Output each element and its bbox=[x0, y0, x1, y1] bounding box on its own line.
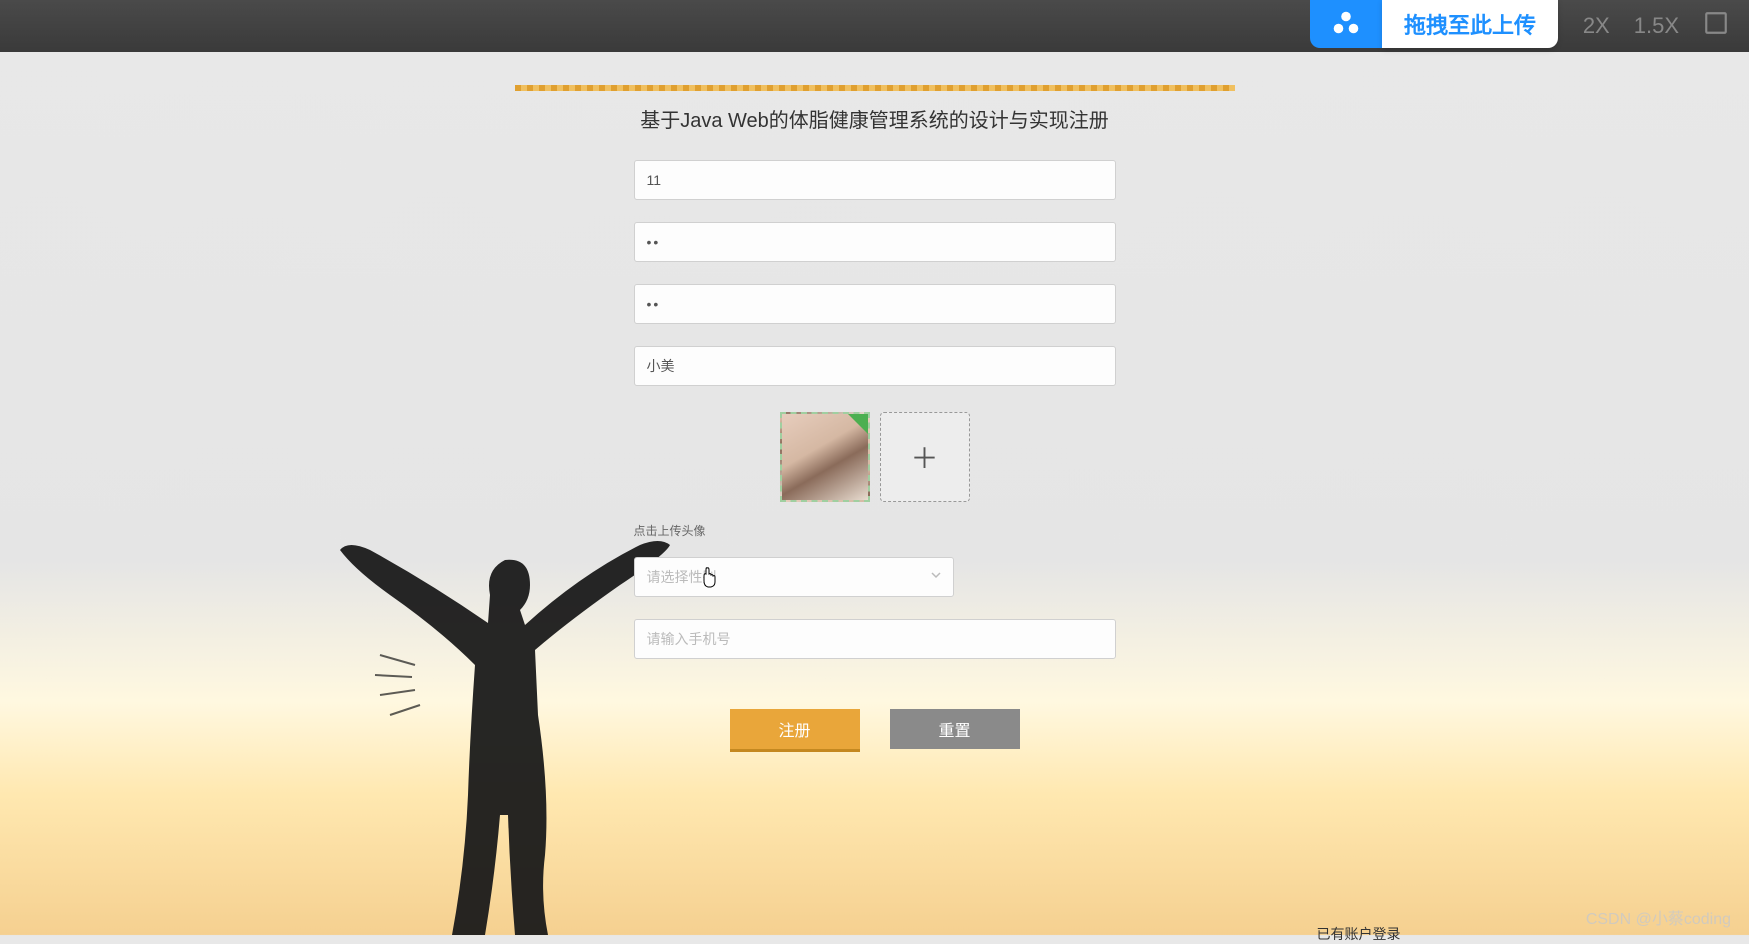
avatar-thumbnail[interactable] bbox=[780, 412, 870, 502]
login-link[interactable]: 已有账户登录 bbox=[1317, 924, 1401, 944]
confirm-password-field[interactable] bbox=[634, 284, 1116, 324]
watermark: CSDN @小蔡coding bbox=[1586, 905, 1731, 929]
nickname-field[interactable] bbox=[634, 346, 1116, 386]
gender-select-wrap: 请选择性别 bbox=[634, 557, 954, 597]
gender-select[interactable]: 请选择性别 bbox=[634, 557, 954, 597]
add-avatar-button[interactable]: ＋ bbox=[880, 412, 970, 502]
button-row: 注册 重置 已有账户登录 bbox=[634, 709, 1116, 749]
username-field[interactable] bbox=[634, 160, 1116, 200]
upload-drag-label: 拖拽至此上传 bbox=[1382, 0, 1558, 48]
decorative-top-border bbox=[515, 85, 1235, 91]
registration-form: ＋ 点击上传头像 请选择性别 注册 重置 已有账户登录 bbox=[634, 160, 1116, 749]
chevron-down-icon bbox=[930, 568, 942, 586]
avatar-upload-row: ＋ bbox=[634, 412, 1116, 502]
zoom-1-5x[interactable]: 1.5X bbox=[1634, 13, 1679, 39]
fullscreen-icon[interactable] bbox=[1703, 10, 1729, 42]
page-title: 基于Java Web的体脂健康管理系统的设计与实现注册 bbox=[640, 104, 1109, 133]
cloud-share-icon bbox=[1310, 0, 1382, 48]
register-button[interactable]: 注册 bbox=[730, 709, 860, 749]
password-field[interactable] bbox=[634, 222, 1116, 262]
gender-placeholder: 请选择性别 bbox=[647, 567, 717, 587]
upload-hint-label: 点击上传头像 bbox=[634, 522, 1116, 539]
plus-icon: ＋ bbox=[910, 437, 938, 477]
reset-button[interactable]: 重置 bbox=[890, 709, 1020, 749]
upload-drag-badge[interactable]: 拖拽至此上传 bbox=[1310, 0, 1558, 48]
phone-field[interactable] bbox=[634, 619, 1116, 659]
zoom-2x[interactable]: 2X bbox=[1583, 13, 1610, 39]
